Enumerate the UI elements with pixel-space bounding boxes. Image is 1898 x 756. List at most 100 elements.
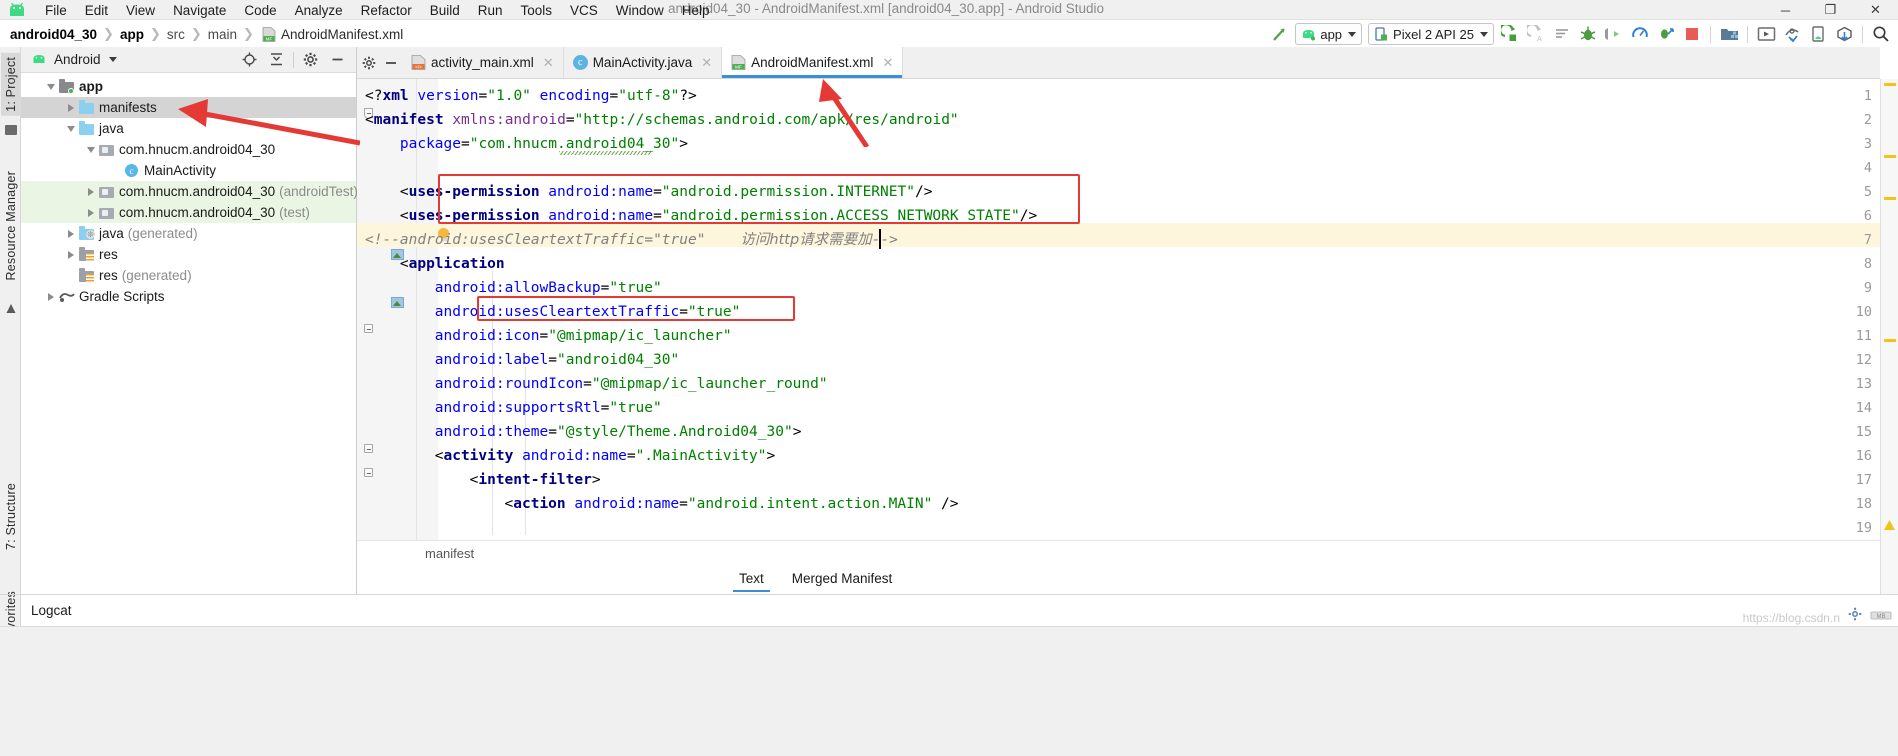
logcat-tool-bar[interactable]: Logcat (21, 595, 1898, 626)
stop-icon[interactable] (1679, 22, 1705, 46)
apply-changes-icon[interactable] (1653, 22, 1679, 46)
menu-window[interactable]: Window (607, 1, 673, 21)
code-editor[interactable]: 1 2 3 4 5 6 7 8 9 10 11 12 13 14 15 16 17 18 19 <?xml vers… (357, 79, 1880, 540)
tree-node-manifests[interactable]: manifests (21, 97, 356, 118)
resource-preview-icon[interactable] (391, 297, 404, 308)
collapse-all-icon[interactable] (264, 48, 289, 72)
code-line[interactable]: android:roundIcon="@mipmap/ic_launcher_r… (435, 372, 828, 396)
layout-inspector-icon[interactable] (1779, 22, 1805, 46)
hide-icon[interactable] (325, 48, 350, 72)
expand-toggle-icon[interactable] (43, 83, 58, 90)
tree-node-java[interactable]: java (21, 118, 356, 139)
rail-tab-structure[interactable]: 7: Structure (1, 479, 21, 554)
locate-icon[interactable] (237, 48, 262, 72)
tree-node-res[interactable]: res (21, 244, 356, 265)
expand-toggle-icon[interactable] (63, 125, 78, 132)
memory-indicator-icon[interactable]: MB (1870, 608, 1892, 626)
profiler-icon[interactable] (1627, 22, 1653, 46)
menu-vcs[interactable]: VCS (561, 1, 607, 21)
debug-attach-icon[interactable] (1601, 22, 1627, 46)
gear-icon[interactable] (1848, 607, 1862, 626)
fold-marker[interactable] (364, 324, 373, 333)
search-everywhere-icon[interactable] (1868, 22, 1894, 46)
code-line[interactable]: <action android:name="android.intent.act… (505, 492, 959, 516)
expand-toggle-icon[interactable] (83, 146, 98, 153)
editor-tab-activity-main[interactable]: </> activity_main.xml ✕ (402, 47, 564, 78)
code-line[interactable]: <manifest xmlns:android="http://schemas.… (365, 108, 959, 132)
close-icon[interactable]: ✕ (543, 55, 554, 71)
breadcrumb-project[interactable]: android04_30 (10, 27, 97, 42)
device-file-explorer-icon[interactable] (1805, 22, 1831, 46)
code-line[interactable]: android:supportsRtl="true" (435, 396, 662, 420)
close-icon[interactable]: ✕ (701, 55, 712, 71)
run-icon[interactable] (1497, 22, 1523, 46)
code-line[interactable]: <activity android:name=".MainActivity"> (435, 444, 776, 468)
make-project-icon[interactable] (1266, 22, 1292, 46)
sdk-manager-icon[interactable] (1716, 22, 1742, 46)
code-line[interactable]: <intent-filter> (470, 468, 601, 492)
expand-toggle-icon[interactable] (63, 103, 78, 112)
warning-marker[interactable] (1884, 83, 1896, 86)
debug-icon[interactable] (1575, 22, 1601, 46)
warning-marker[interactable] (1884, 197, 1896, 200)
tree-node-package-test[interactable]: com.hnucm.android04_30 (test) (21, 202, 356, 223)
menu-view[interactable]: View (117, 1, 164, 21)
menu-build[interactable]: Build (421, 1, 469, 21)
breadcrumb-src[interactable]: src (167, 27, 185, 42)
menu-navigate[interactable]: Navigate (164, 1, 235, 21)
gradle-sync-icon[interactable] (1831, 22, 1857, 46)
code-line[interactable]: android:icon="@mipmap/ic_launcher" (435, 324, 732, 348)
expand-toggle-icon[interactable] (83, 208, 98, 217)
warning-marker[interactable] (1884, 155, 1896, 158)
inspection-status-icon[interactable] (1883, 519, 1896, 532)
tree-node-mainactivity[interactable]: c MainActivity (21, 160, 356, 181)
menu-edit[interactable]: Edit (76, 1, 117, 21)
expand-toggle-icon[interactable] (83, 187, 98, 196)
breadcrumb-module[interactable]: app (120, 27, 144, 42)
hide-editor-icon[interactable] (380, 47, 402, 78)
menu-code[interactable]: Code (235, 1, 285, 21)
close-icon[interactable]: ✕ (882, 55, 893, 71)
breadcrumb-file[interactable]: AndroidManifest.xml (281, 27, 403, 42)
menu-run[interactable]: Run (469, 1, 512, 21)
code-line[interactable]: android:usesCleartextTraffic="true" (435, 300, 741, 324)
code-line[interactable]: <uses-permission android:name="android.p… (400, 204, 1037, 228)
fold-marker[interactable] (364, 468, 373, 477)
expand-toggle-icon[interactable] (63, 250, 78, 259)
expand-toggle-icon[interactable] (43, 292, 58, 301)
editor-tab-mainactivity[interactable]: c MainActivity.java ✕ (564, 47, 723, 78)
tab-merged-manifest[interactable]: Merged Manifest (778, 565, 907, 594)
tree-node-res-generated[interactable]: res (generated) (21, 265, 356, 286)
fold-marker[interactable] (364, 444, 373, 453)
rail-tab-resource-manager[interactable]: Resource Manager (1, 167, 21, 285)
menu-help[interactable]: Help (673, 1, 719, 21)
menu-analyze[interactable]: Analyze (286, 1, 352, 21)
tree-node-package-androidtest[interactable]: com.hnucm.android04_30 (androidTest) (21, 181, 358, 202)
build-variant-selector[interactable]: app (1295, 23, 1363, 45)
editor-marker-scrollbar[interactable] (1880, 79, 1898, 594)
code-line[interactable]: <!--android:usesCleartextTraffic="true" … (365, 228, 898, 252)
close-button[interactable]: ✕ (1853, 0, 1898, 20)
tree-node-package-main[interactable]: com.hnucm.android04_30 (21, 139, 356, 160)
menu-refactor[interactable]: Refactor (352, 1, 421, 21)
menu-tools[interactable]: Tools (512, 1, 562, 21)
breadcrumb-main[interactable]: main (208, 27, 237, 42)
minimize-button[interactable]: ─ (1763, 0, 1808, 20)
chevron-down-icon[interactable] (108, 57, 117, 62)
menu-file[interactable]: File (36, 1, 76, 21)
code-line[interactable]: <?xml version="1.0" encoding="utf-8"?> (365, 84, 697, 108)
code-line[interactable]: package="com.hnucm.android04_30"> (400, 132, 688, 156)
avd-manager-icon[interactable] (1753, 22, 1779, 46)
code-line[interactable]: android:allowBackup="true" (435, 276, 662, 300)
gear-icon[interactable] (298, 48, 323, 72)
warning-marker[interactable] (1884, 339, 1896, 342)
code-line[interactable]: android:label="android04_30" (435, 348, 679, 372)
editor-structure-breadcrumb[interactable]: manifest (357, 540, 1880, 565)
tree-node-gradle-scripts[interactable]: Gradle Scripts (21, 286, 356, 307)
editor-tab-androidmanifest[interactable]: MF AndroidManifest.xml ✕ (722, 47, 904, 78)
tab-text[interactable]: Text (725, 565, 778, 594)
expand-toggle-icon[interactable] (63, 229, 78, 238)
code-line[interactable]: <uses-permission android:name="android.p… (400, 180, 933, 204)
tree-node-app[interactable]: app (21, 76, 356, 97)
tree-node-java-generated[interactable]: ❊ java (generated) (21, 223, 356, 244)
